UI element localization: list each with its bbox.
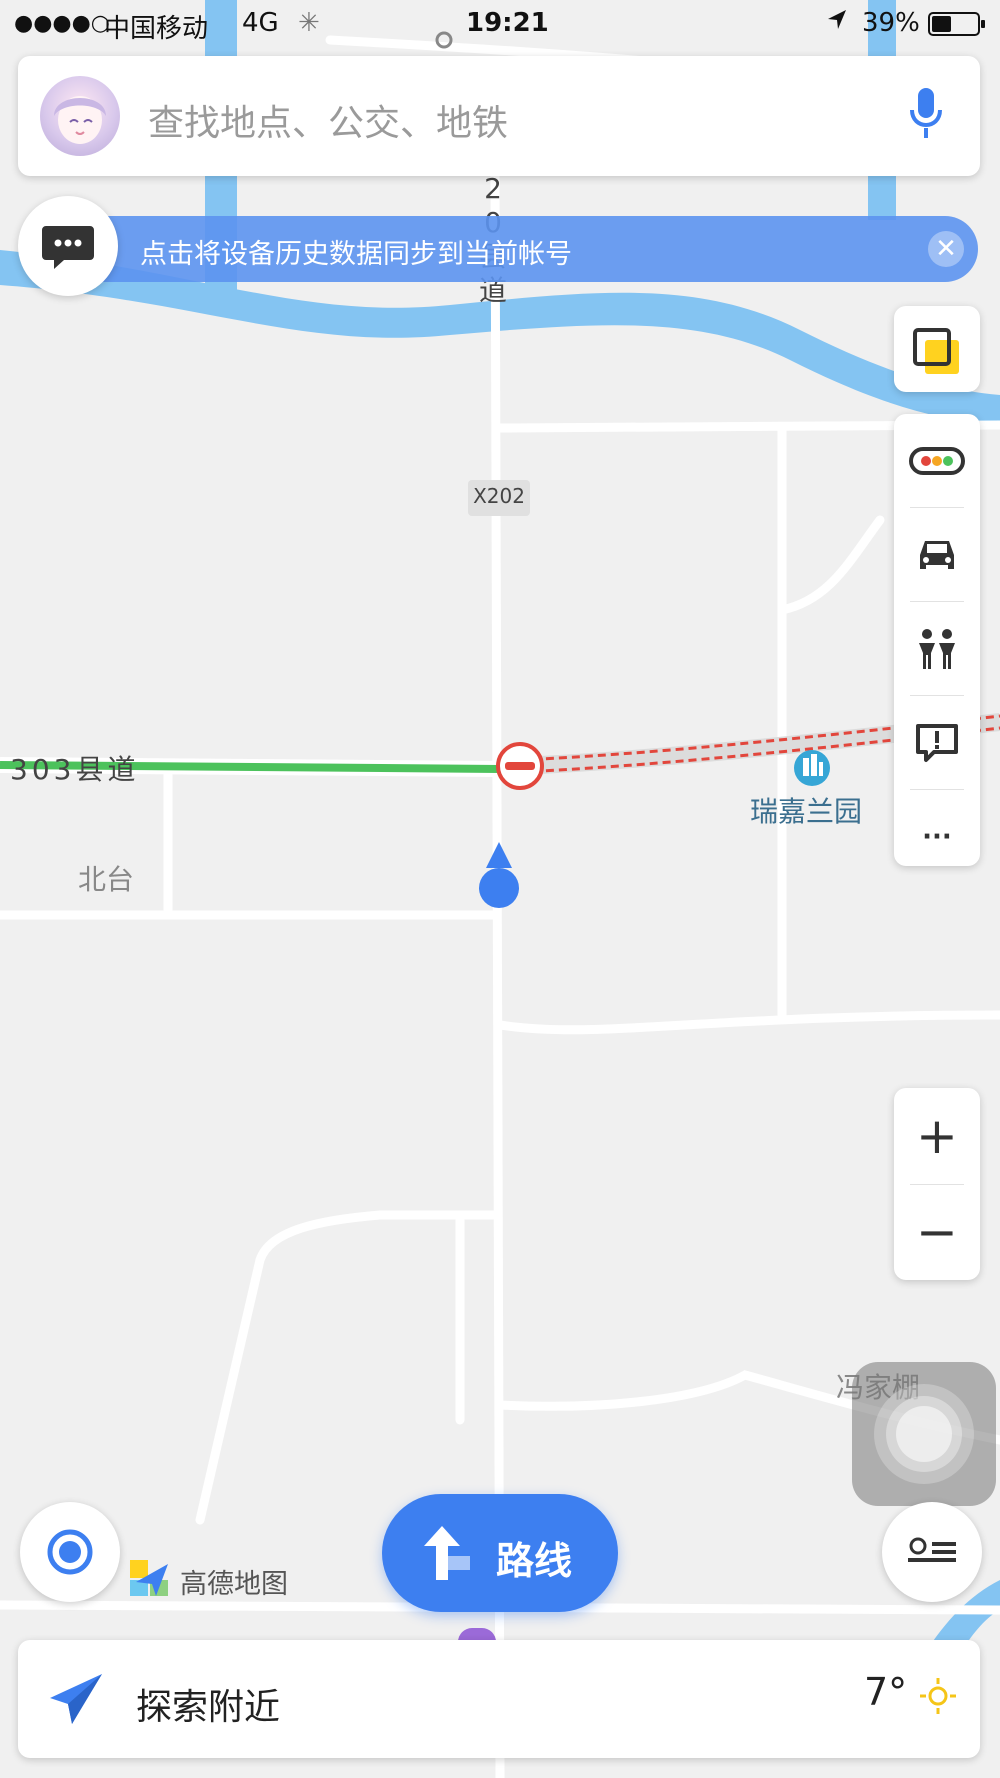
microphone-icon[interactable]	[908, 86, 944, 146]
battery-icon	[928, 12, 986, 43]
layers-icon	[913, 328, 959, 374]
more-button[interactable]: ···	[894, 790, 980, 883]
locate-icon	[47, 1529, 93, 1575]
road-closure-icon	[496, 742, 544, 790]
sync-banner-text: 点击将设备历史数据同步到当前帐号	[140, 239, 572, 270]
loading-spinner-icon: ✳	[298, 8, 320, 38]
car-icon	[920, 540, 954, 569]
battery-percent: 39%	[862, 8, 920, 38]
traffic-light-icon	[909, 446, 965, 475]
location-arrow-icon	[826, 8, 848, 39]
message-button[interactable]	[18, 196, 118, 296]
network-type: 4G	[242, 8, 279, 38]
taxi-button[interactable]	[894, 508, 980, 601]
amap-logo-text: 高德地图	[180, 1569, 288, 1600]
zoom-out-button[interactable]: −	[894, 1184, 980, 1280]
list-icon	[908, 1537, 956, 1562]
route-arrow-icon	[424, 1526, 470, 1580]
route-label: 路线	[496, 1539, 573, 1583]
explore-label: 探索附近	[136, 1687, 281, 1728]
report-icon	[916, 723, 958, 762]
zoom-controls: + −	[894, 1088, 980, 1280]
locate-me-button[interactable]	[20, 1502, 120, 1602]
clock: 19:21	[466, 8, 549, 38]
people-icon	[919, 628, 955, 669]
sync-banner[interactable]: 点击将设备历史数据同步到当前帐号 ✕	[58, 216, 978, 282]
route-button[interactable]: 路线	[382, 1494, 618, 1612]
traffic-button[interactable]	[894, 414, 980, 507]
building-poi-icon	[794, 750, 830, 786]
nearby-people-button[interactable]	[894, 602, 980, 695]
list-button[interactable]	[882, 1502, 982, 1602]
search-bar[interactable]: 查找地点、公交、地铁	[18, 56, 980, 176]
report-button[interactable]	[894, 696, 980, 789]
road-label-horizontal: 303县道	[10, 753, 140, 786]
amap-logo-icon	[130, 1560, 168, 1596]
status-bar: ●●●●○ 中国移动 4G ✳ 19:21 39%	[0, 0, 1000, 48]
signal-indicator: ●●●●○	[14, 11, 110, 36]
place-label-beitai: 北台	[78, 863, 135, 896]
assistive-touch-icon	[874, 1384, 974, 1484]
close-icon[interactable]: ✕	[928, 231, 964, 267]
map-layers-button[interactable]	[894, 306, 980, 392]
zoom-in-button[interactable]: +	[894, 1088, 980, 1184]
paper-plane-icon	[50, 1674, 102, 1724]
map-tools-panel: ···	[894, 414, 980, 866]
more-icon: ···	[922, 821, 952, 852]
search-input[interactable]: 查找地点、公交、地铁	[148, 94, 508, 146]
assistive-touch-button[interactable]	[852, 1362, 996, 1506]
road-shield-x202: X202	[473, 484, 525, 508]
explore-nearby-bar[interactable]: 探索附近 7°	[18, 1640, 980, 1758]
weather-temperature: 7°	[864, 1670, 908, 1714]
poi-label-ruijia[interactable]: 瑞嘉兰园	[750, 790, 862, 830]
carrier-name: 中国移动	[104, 14, 209, 44]
chat-bubble-icon	[42, 226, 94, 269]
user-avatar[interactable]	[40, 76, 120, 156]
weather-sun-icon	[920, 1678, 956, 1714]
